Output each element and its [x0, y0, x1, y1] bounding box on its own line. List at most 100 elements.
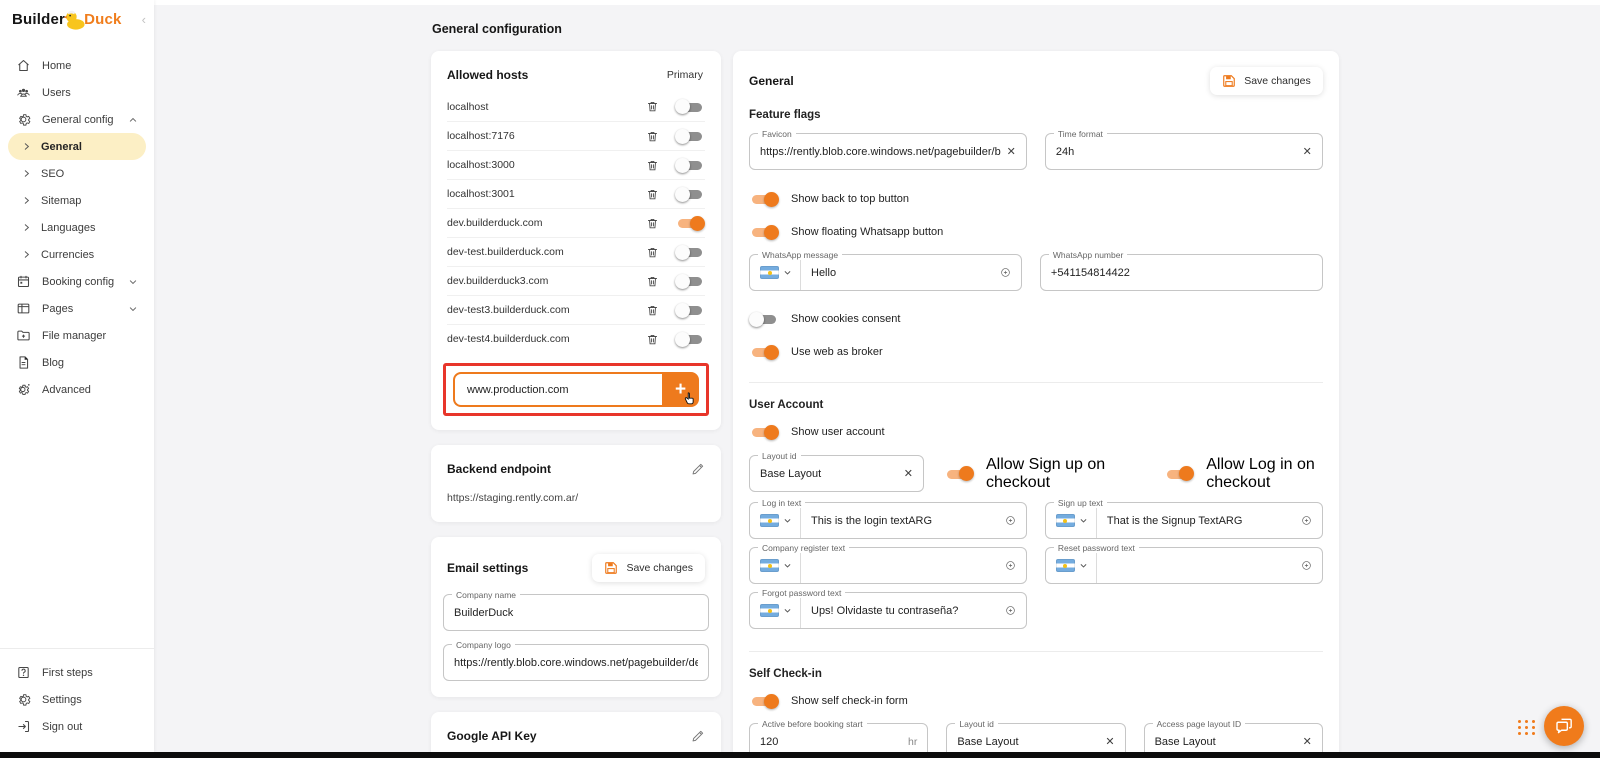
add-translation-icon[interactable] [1001, 513, 1016, 528]
reset-password-text-field[interactable]: Reset password text [1045, 547, 1323, 584]
primary-toggle[interactable] [675, 157, 705, 173]
show-floating-whatsapp-toggle[interactable] [749, 224, 779, 240]
reset-password-text-input[interactable] [1107, 548, 1297, 583]
host-name: localhost:7176 [447, 130, 646, 142]
language-select[interactable] [750, 255, 801, 290]
add-translation-icon[interactable] [1297, 513, 1312, 528]
edit-pencil-icon[interactable] [691, 462, 705, 476]
trash-icon[interactable] [646, 100, 659, 113]
sidebar-collapse-icon[interactable]: ‹ [142, 13, 146, 26]
user-layout-id-input[interactable] [760, 456, 898, 491]
company-register-text-field[interactable]: Company register text [749, 547, 1027, 584]
general-save-changes-button[interactable]: Save changes [1210, 67, 1323, 95]
primary-toggle[interactable] [675, 273, 705, 289]
whatsapp-number-input[interactable] [1051, 255, 1312, 290]
forgot-password-text-input[interactable] [811, 593, 1001, 628]
clear-icon[interactable]: ✕ [898, 467, 913, 480]
user-layout-id-field[interactable]: Layout id ✕ [749, 455, 924, 492]
clear-icon[interactable]: ✕ [1297, 145, 1312, 158]
host-name: localhost:3001 [447, 188, 646, 200]
company-name-input[interactable] [454, 595, 698, 630]
sidebar-item-first-steps[interactable]: First steps [8, 659, 146, 686]
primary-toggle[interactable] [675, 302, 705, 318]
trash-icon[interactable] [646, 304, 659, 317]
company-logo-input[interactable] [454, 645, 698, 680]
forgot-password-text-field[interactable]: Forgot password text [749, 592, 1027, 629]
trash-icon[interactable] [646, 246, 659, 259]
sidebar-item-seo[interactable]: SEO [8, 160, 146, 187]
sidebar-item-languages[interactable]: Languages [8, 214, 146, 241]
backend-endpoint-value: https://staging.rently.com.ar/ [431, 476, 721, 522]
clear-icon[interactable]: ✕ [1099, 735, 1114, 748]
trash-icon[interactable] [646, 188, 659, 201]
sidebar-item-general-config[interactable]: General config [8, 106, 146, 133]
access-page-layout-field[interactable]: Access page layout ID ✕ [1144, 723, 1323, 752]
clear-icon[interactable]: ✕ [1297, 735, 1312, 748]
allow-signup-toggle[interactable] [944, 466, 974, 482]
trash-icon[interactable] [646, 333, 659, 346]
login-text-field[interactable]: Log in text [749, 502, 1027, 539]
sidebar-item-label: Users [42, 87, 71, 99]
whatsapp-message-field[interactable]: WhatsApp message [749, 254, 1022, 291]
checkin-layout-id-field[interactable]: Layout id ✕ [946, 723, 1125, 752]
time-format-input[interactable] [1056, 134, 1297, 169]
sidebar-item-booking-config[interactable]: Booking config [8, 268, 146, 295]
new-host-input[interactable] [453, 372, 662, 407]
add-translation-icon[interactable] [996, 265, 1011, 280]
whatsapp-message-input[interactable] [811, 255, 996, 290]
add-translation-icon[interactable] [1001, 603, 1016, 618]
language-select[interactable] [1046, 548, 1097, 583]
whatsapp-number-field[interactable]: WhatsApp number [1040, 254, 1323, 291]
sidebar-item-settings[interactable]: Settings [8, 686, 146, 713]
chevron-right-icon [22, 250, 31, 259]
sidebar-item-file-manager[interactable]: File manager [8, 322, 146, 349]
language-select[interactable] [750, 593, 801, 628]
language-select[interactable] [1046, 503, 1097, 538]
allow-login-toggle[interactable] [1164, 466, 1194, 482]
sidebar-item-advanced[interactable]: Advanced [8, 376, 146, 403]
primary-toggle[interactable] [675, 215, 705, 231]
favicon-field[interactable]: Favicon ✕ [749, 133, 1027, 170]
primary-toggle[interactable] [675, 244, 705, 260]
chat-fab-button[interactable] [1544, 706, 1584, 746]
language-select[interactable] [750, 548, 801, 583]
primary-toggle[interactable] [675, 128, 705, 144]
sidebar-item-currencies[interactable]: Currencies [8, 241, 146, 268]
show-back-to-top-toggle[interactable] [749, 191, 779, 207]
primary-toggle[interactable] [675, 331, 705, 347]
sidebar-item-users[interactable]: Users [8, 79, 146, 106]
sidebar-item-home[interactable]: Home [8, 52, 146, 79]
favicon-input[interactable] [760, 134, 1001, 169]
primary-toggle[interactable] [675, 186, 705, 202]
drag-handle-dots-icon[interactable] [1518, 720, 1536, 735]
sidebar-item-general[interactable]: General [8, 133, 146, 160]
company-name-field[interactable]: Company name [443, 594, 709, 631]
sidebar-item-blog[interactable]: Blog [8, 349, 146, 376]
time-format-field[interactable]: Time format ✕ [1045, 133, 1323, 170]
trash-icon[interactable] [646, 130, 659, 143]
company-register-text-input[interactable] [811, 548, 1001, 583]
edit-pencil-icon[interactable] [691, 729, 705, 743]
signup-text-input[interactable] [1107, 503, 1297, 538]
sidebar-item-pages[interactable]: Pages [8, 295, 146, 322]
login-text-input[interactable] [811, 503, 1001, 538]
show-self-checkin-toggle[interactable] [749, 693, 779, 709]
active-before-booking-field[interactable]: Active before booking start hr [749, 723, 928, 752]
use-web-as-broker-toggle[interactable] [749, 344, 779, 360]
add-host-button[interactable]: + [662, 372, 699, 407]
sidebar-item-sign-out[interactable]: Sign out [8, 713, 146, 740]
show-user-account-toggle[interactable] [749, 424, 779, 440]
clear-icon[interactable]: ✕ [1001, 145, 1016, 158]
add-translation-icon[interactable] [1001, 558, 1016, 573]
trash-icon[interactable] [646, 217, 659, 230]
trash-icon[interactable] [646, 275, 659, 288]
trash-icon[interactable] [646, 159, 659, 172]
sidebar-item-sitemap[interactable]: Sitemap [8, 187, 146, 214]
email-save-changes-button[interactable]: Save changes [592, 554, 705, 582]
add-translation-icon[interactable] [1297, 558, 1312, 573]
company-logo-field[interactable]: Company logo [443, 644, 709, 681]
signup-text-field[interactable]: Sign up text [1045, 502, 1323, 539]
primary-toggle[interactable] [675, 99, 705, 115]
show-cookies-consent-toggle[interactable] [749, 311, 779, 327]
language-select[interactable] [750, 503, 801, 538]
